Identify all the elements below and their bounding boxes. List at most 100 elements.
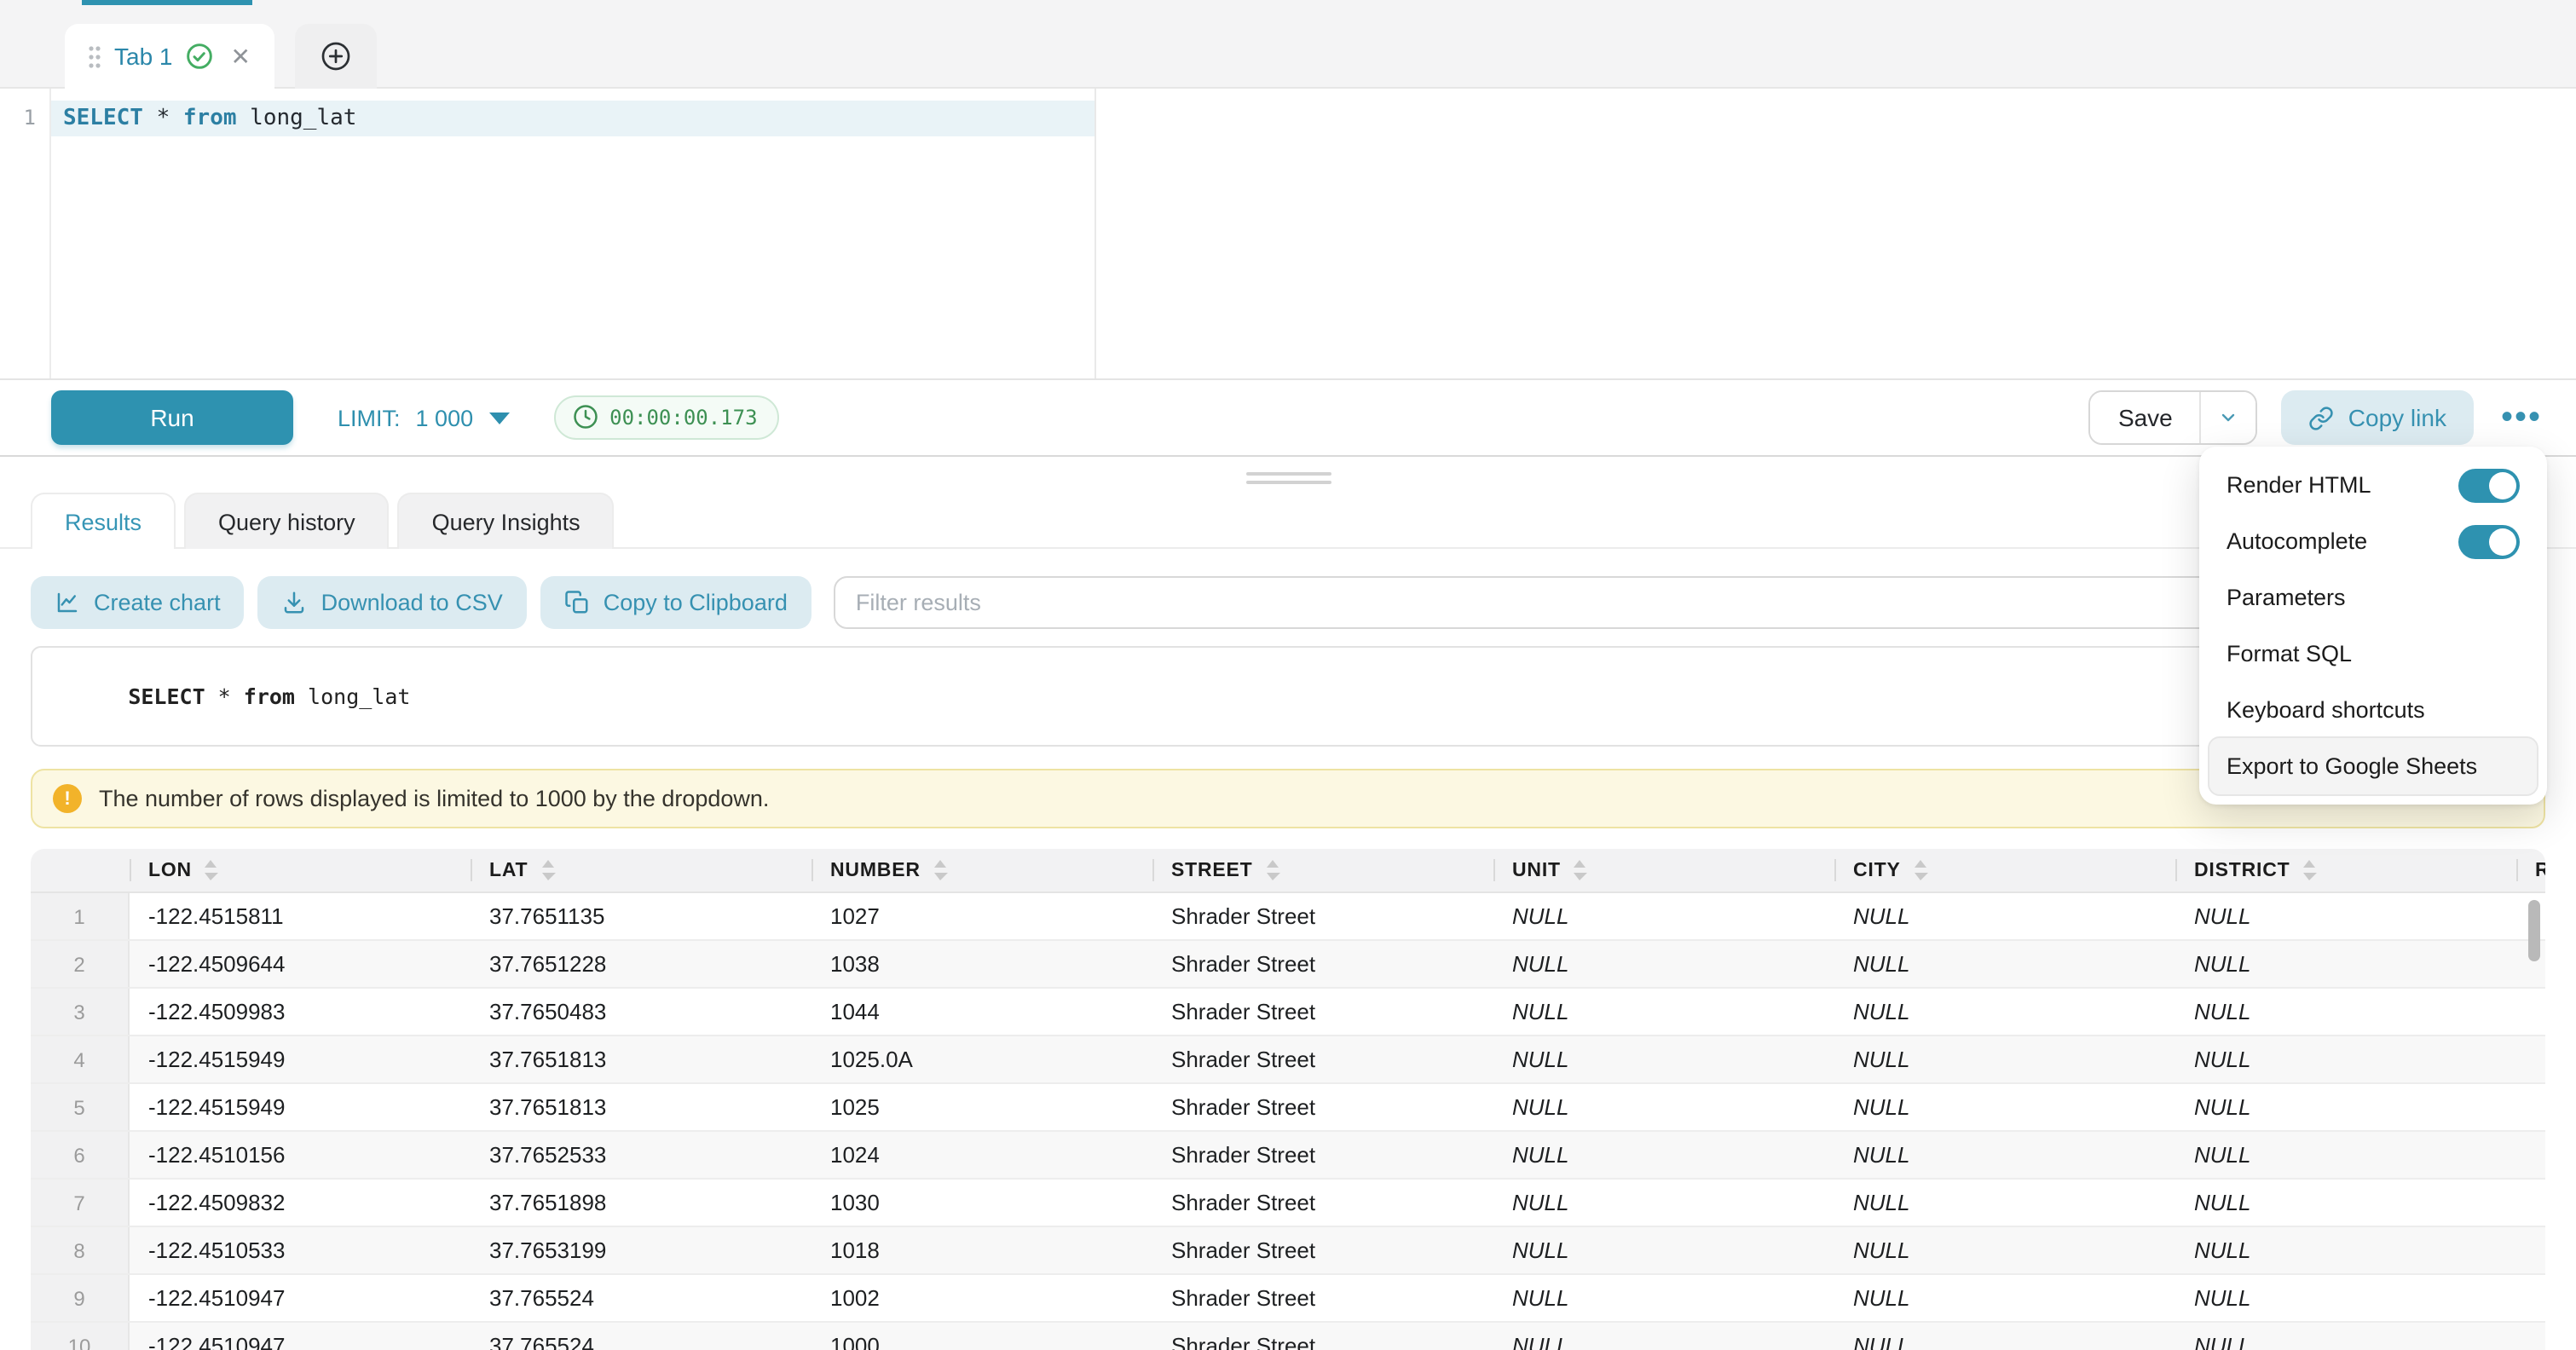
download-icon — [282, 590, 308, 615]
column-header-lat[interactable]: LAT — [471, 849, 811, 891]
table-cell: NULL — [2175, 1227, 2516, 1273]
new-tab-button[interactable] — [295, 24, 377, 89]
menu-item-autocomplete[interactable]: Autocomplete — [2209, 513, 2537, 569]
table-cell: 37.765524 — [471, 1323, 811, 1350]
panel-resize-handle[interactable] — [1246, 472, 1331, 489]
table-cell: NULL — [2175, 1084, 2516, 1130]
table-cell — [2516, 1180, 2545, 1226]
menu-item-render-html[interactable]: Render HTML — [2209, 457, 2537, 513]
table-cell: 1025.0A — [811, 1036, 1152, 1082]
table-cell: Shrader Street — [1152, 1132, 1493, 1178]
editor-panel: 1 SELECT * from long_lat Run LIMIT: 1 00… — [0, 89, 2576, 457]
column-header-city[interactable]: CITY — [1834, 849, 2175, 891]
table-cell: -122.4510156 — [130, 1132, 471, 1178]
table-cell: NULL — [2175, 1180, 2516, 1226]
table-row: 7-122.450983237.76518981030Shrader Stree… — [31, 1180, 2545, 1227]
row-number: 8 — [31, 1227, 130, 1273]
table-row: 4-122.451594937.76518131025.0AShrader St… — [31, 1036, 2545, 1084]
table-cell: NULL — [1834, 1323, 2175, 1350]
results-table: LONLATNUMBERSTREETUNITCITYDISTRICTRE 1-1… — [31, 849, 2545, 1350]
more-options-button[interactable]: ••• — [2498, 402, 2545, 433]
row-number: 2 — [31, 941, 130, 987]
table-cell — [2516, 1323, 2545, 1350]
table-cell: 37.7652533 — [471, 1132, 811, 1178]
column-header-district[interactable]: DISTRICT — [2175, 849, 2516, 891]
row-number: 5 — [31, 1084, 130, 1130]
row-number: 3 — [31, 989, 130, 1035]
create-chart-button[interactable]: Create chart — [31, 576, 245, 629]
table-cell: Shrader Street — [1152, 941, 1493, 987]
table-cell — [2516, 1084, 2545, 1130]
table-cell: NULL — [1493, 1227, 1834, 1273]
column-header-street[interactable]: STREET — [1152, 849, 1493, 891]
sql-code-line[interactable]: SELECT * from long_lat — [51, 101, 1095, 136]
results-toolbar: Create chart Download to CSV — [31, 576, 2545, 629]
table-cell: 1030 — [811, 1180, 1152, 1226]
table-cell: NULL — [1834, 1036, 2175, 1082]
toggle-render-html[interactable] — [2458, 468, 2520, 502]
run-toolbar: Run LIMIT: 1 000 00:00:00.173 Save — [0, 378, 2576, 457]
table-cell: -122.4510947 — [130, 1323, 471, 1350]
column-header-lon[interactable]: LON — [130, 849, 471, 891]
table-cell: 1025 — [811, 1084, 1152, 1130]
column-header-re[interactable]: RE — [2516, 849, 2545, 891]
save-button[interactable]: Save — [2091, 392, 2200, 443]
tab-results[interactable]: Results — [31, 493, 176, 549]
table-cell: Shrader Street — [1152, 893, 1493, 939]
column-header-unit[interactable]: UNIT — [1493, 849, 1834, 891]
menu-item-format-sql[interactable]: Format SQL — [2209, 626, 2537, 682]
menu-item-keyboard-shortcuts[interactable]: Keyboard shortcuts — [2209, 682, 2537, 738]
table-row: 3-122.450998337.76504831044Shrader Stree… — [31, 989, 2545, 1036]
copy-clipboard-button[interactable]: Copy to Clipboard — [540, 576, 811, 629]
toggle-autocomplete[interactable] — [2458, 524, 2520, 558]
limit-value: 1 000 — [416, 405, 474, 430]
run-button[interactable]: Run — [51, 390, 293, 445]
row-number: 7 — [31, 1180, 130, 1226]
table-cell: -122.4515811 — [130, 893, 471, 939]
table-cell: -122.4510533 — [130, 1227, 471, 1273]
table-cell: NULL — [1834, 1275, 2175, 1321]
line-number-gutter: 1 — [0, 89, 51, 378]
table-cell: NULL — [2175, 1132, 2516, 1178]
chevron-down-icon — [488, 412, 509, 424]
tab-query-insights[interactable]: Query Insights — [398, 493, 615, 549]
row-number: 6 — [31, 1132, 130, 1178]
tab-query-history[interactable]: Query history — [184, 493, 390, 549]
close-tab-icon[interactable]: ✕ — [231, 42, 251, 71]
table-cell: NULL — [1493, 1036, 1834, 1082]
query-tab-1[interactable]: Tab 1 ✕ — [65, 24, 274, 89]
limit-dropdown[interactable]: LIMIT: 1 000 — [338, 405, 509, 430]
table-cell: Shrader Street — [1152, 1323, 1493, 1350]
table-cell: NULL — [1834, 989, 2175, 1035]
vertical-scrollbar[interactable] — [2528, 900, 2540, 961]
table-cell: NULL — [1493, 989, 1834, 1035]
menu-item-export-to-google-sheets[interactable]: Export to Google Sheets — [2209, 738, 2537, 794]
drag-handle-icon[interactable] — [89, 45, 101, 67]
table-cell: NULL — [1834, 1180, 2175, 1226]
menu-item-parameters[interactable]: Parameters — [2209, 569, 2537, 626]
row-limit-warning: ! The number of rows displayed is limite… — [31, 769, 2545, 828]
table-cell: 1044 — [811, 989, 1152, 1035]
save-options-button[interactable] — [2200, 392, 2256, 443]
column-header-number[interactable]: NUMBER — [811, 849, 1152, 891]
row-number: 1 — [31, 893, 130, 939]
table-cell: -122.4510947 — [130, 1275, 471, 1321]
table-cell: 1027 — [811, 893, 1152, 939]
table-cell: 37.7651813 — [471, 1084, 811, 1130]
clock-icon — [572, 404, 598, 430]
copy-link-button[interactable]: Copy link — [2282, 390, 2474, 445]
editor-pane-divider — [1095, 89, 1096, 378]
download-csv-button[interactable]: Download to CSV — [258, 576, 527, 629]
active-tab-indicator — [82, 0, 252, 5]
table-cell: Shrader Street — [1152, 1227, 1493, 1273]
sql-code-editor[interactable]: 1 SELECT * from long_lat — [0, 89, 2576, 378]
table-cell: 1024 — [811, 1132, 1152, 1178]
table-cell: NULL — [2175, 893, 2516, 939]
link-icon — [2309, 405, 2335, 430]
table-cell: Shrader Street — [1152, 1036, 1493, 1082]
table-cell: 37.7651813 — [471, 1036, 811, 1082]
table-header: LONLATNUMBERSTREETUNITCITYDISTRICTRE — [31, 849, 2545, 893]
table-cell: Shrader Street — [1152, 1084, 1493, 1130]
table-cell: NULL — [1493, 941, 1834, 987]
table-cell: 37.7653199 — [471, 1227, 811, 1273]
